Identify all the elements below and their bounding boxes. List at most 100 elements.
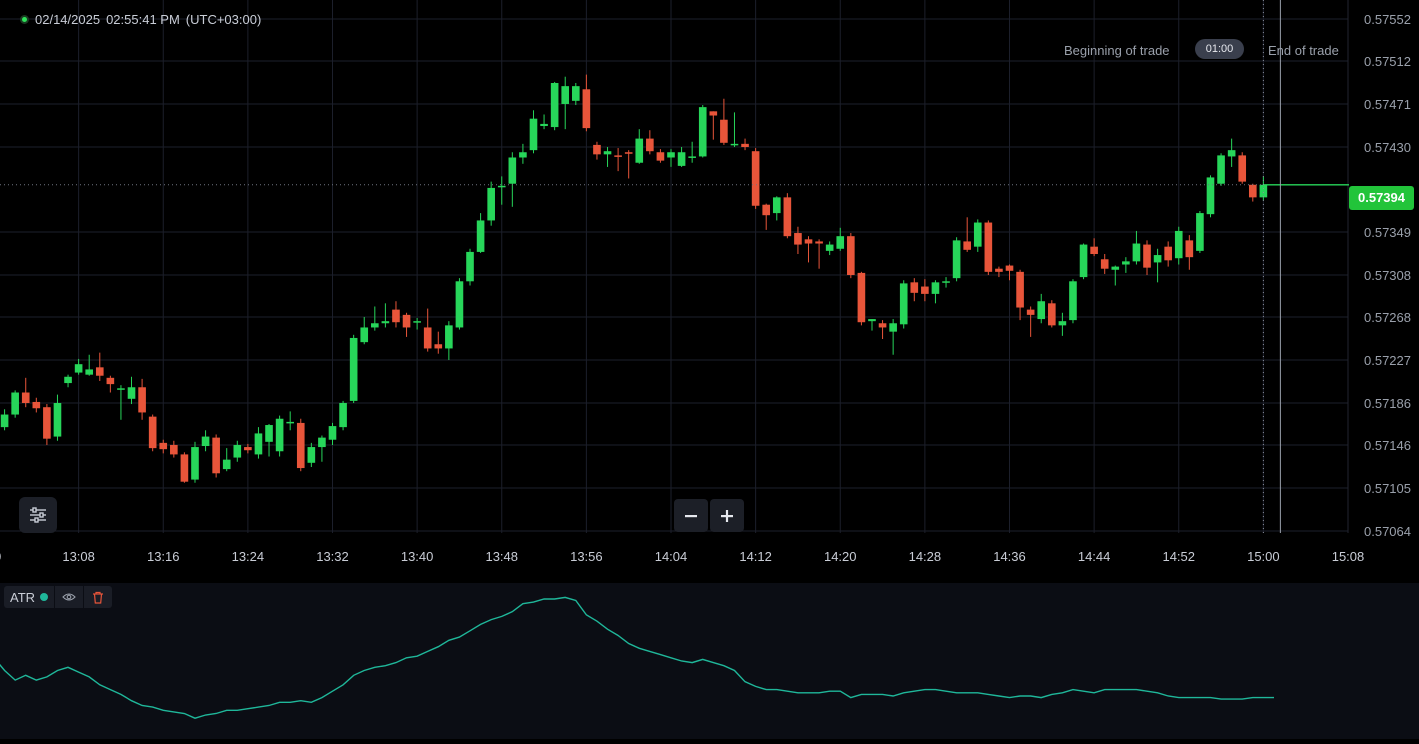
candle-body	[1164, 246, 1172, 261]
candle	[646, 130, 654, 155]
candle-body	[1143, 244, 1151, 268]
minus-icon	[685, 514, 697, 517]
candle	[127, 376, 136, 405]
candle	[772, 196, 781, 221]
atr-name[interactable]: ATR	[4, 590, 54, 605]
candle-body	[381, 321, 390, 324]
candle-body	[254, 433, 263, 455]
candle	[1227, 138, 1236, 167]
zoom-out-button[interactable]	[674, 499, 708, 532]
live-status-icon	[20, 15, 29, 24]
candle	[360, 316, 369, 345]
candle-body	[328, 426, 337, 440]
candle	[1248, 183, 1257, 202]
current-price-tag: 0.57394	[1349, 186, 1414, 210]
candle-body	[995, 268, 1003, 272]
candle-body	[159, 442, 168, 450]
candle-body	[1005, 265, 1014, 271]
candle-body	[751, 151, 760, 206]
candle	[1132, 230, 1141, 265]
candle	[328, 422, 337, 445]
header-timezone: (UTC+03:00)	[185, 12, 262, 27]
candle	[487, 181, 495, 226]
candle-body	[963, 241, 971, 250]
candle-body	[466, 251, 474, 282]
candle	[254, 427, 263, 459]
candle-body	[275, 418, 284, 452]
candle	[561, 76, 570, 130]
candle-body	[1016, 271, 1024, 308]
time-tick-label: 13:16	[147, 549, 180, 564]
candle	[1174, 226, 1183, 265]
candle	[730, 112, 739, 147]
candle-body	[698, 107, 707, 157]
candle	[1238, 152, 1247, 184]
price-tick-label: 0.57349	[1364, 225, 1411, 240]
candle-body	[148, 416, 157, 449]
price-tick-label: 0.57430	[1364, 140, 1411, 155]
candle	[1005, 264, 1014, 281]
candle-body	[646, 138, 654, 152]
time-tick-label: 14:52	[1162, 549, 1195, 564]
candle-body	[423, 327, 432, 349]
eye-icon	[62, 593, 76, 601]
candle-body	[1069, 281, 1077, 321]
candle	[11, 390, 19, 418]
candle	[1090, 238, 1098, 257]
candle	[1100, 254, 1109, 274]
candle	[445, 321, 453, 360]
candle	[582, 74, 591, 132]
candle-body	[667, 152, 675, 158]
candle	[0, 409, 9, 431]
zoom-in-button[interactable]	[710, 499, 744, 532]
candle	[571, 83, 580, 106]
candle-body	[201, 436, 210, 447]
candle	[921, 279, 929, 302]
time-tick-label: 13:08	[62, 549, 95, 564]
candle	[603, 147, 612, 167]
candle-body	[635, 138, 644, 163]
candle-body	[1058, 321, 1067, 326]
plus-icon	[721, 509, 733, 522]
time-tick-label: 15:08	[1332, 549, 1365, 564]
candle-body	[233, 444, 242, 458]
candle-body	[741, 143, 749, 147]
candle-body	[95, 367, 104, 376]
candle-body	[11, 392, 19, 415]
candle	[698, 105, 707, 158]
candle	[952, 237, 961, 282]
candle-body	[127, 387, 136, 399]
chart-settings-button[interactable]	[19, 497, 57, 533]
candle	[1143, 240, 1151, 275]
candle-body	[413, 321, 421, 323]
candle	[804, 236, 813, 263]
candle-body	[593, 144, 601, 155]
atr-visibility-button[interactable]	[54, 586, 83, 608]
candle-body	[43, 407, 51, 439]
candle-body	[1132, 243, 1141, 262]
candle-body	[730, 143, 739, 146]
candle-body	[825, 244, 834, 251]
trash-icon	[93, 591, 104, 604]
candle	[43, 404, 51, 445]
candle	[794, 226, 802, 255]
candle	[1185, 235, 1194, 270]
candle	[148, 414, 157, 452]
candle	[106, 375, 115, 393]
candle-body	[624, 152, 633, 154]
atr-delete-button[interactable]	[83, 586, 112, 608]
candle	[318, 435, 326, 462]
candle	[1196, 211, 1204, 253]
candle-body	[973, 222, 982, 247]
candle-body	[360, 327, 369, 343]
candle-body	[772, 197, 781, 214]
candle-body	[868, 319, 876, 322]
candle-body	[889, 323, 897, 332]
price-tick-label: 0.57512	[1364, 54, 1411, 69]
candle	[868, 319, 876, 331]
candle	[942, 277, 950, 288]
candle-body	[614, 155, 622, 157]
price-tick-label: 0.57552	[1364, 12, 1411, 27]
candle	[656, 149, 665, 163]
candle-body	[191, 447, 199, 480]
